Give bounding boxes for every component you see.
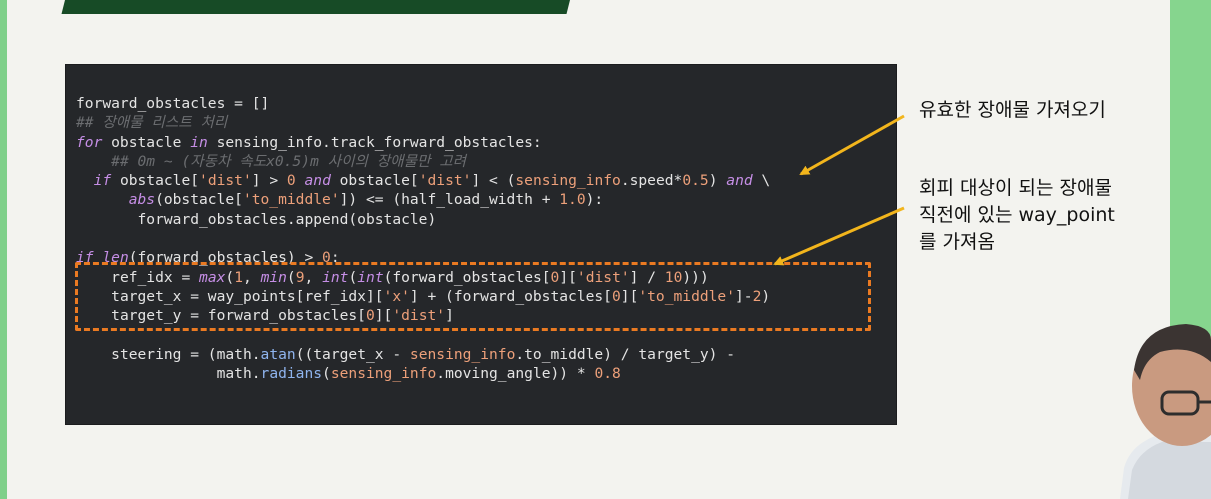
annotation-line-2: 직전에 있는 way_point — [919, 204, 1115, 226]
annotation-line-1: 회피 대상이 되는 장애물 — [919, 177, 1112, 199]
presenter-video-overlay — [1120, 324, 1211, 499]
annotation-valid-obstacles: 유효한 장애물 가져오기 — [919, 99, 1106, 121]
annotation-way-point: 회피 대상이 되는 장애물 직전에 있는 way_point 를 가져옴 — [919, 175, 1164, 256]
arrow-to-ref-idx — [773, 206, 905, 266]
annotation-line-3: 를 가져옴 — [919, 231, 995, 253]
arrow-to-speed-condition — [799, 114, 905, 176]
